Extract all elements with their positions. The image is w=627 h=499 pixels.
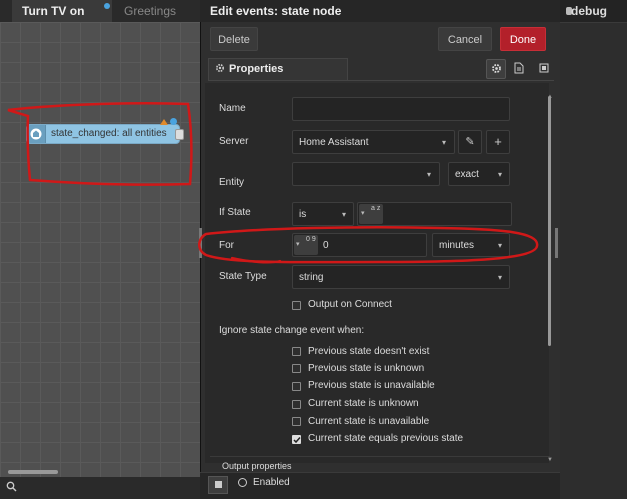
for-label: For xyxy=(219,240,234,251)
node-label: state_changed: all entities xyxy=(51,128,167,139)
state-node[interactable]: state_changed: all entities xyxy=(26,124,180,144)
search-icon[interactable] xyxy=(6,481,17,495)
ignore-option-checkbox-checked[interactable] xyxy=(292,435,301,444)
ignore-option-checkbox[interactable] xyxy=(292,400,301,409)
state-type-value: string xyxy=(299,272,324,283)
chevron-down-icon: ▾ xyxy=(498,241,503,250)
form-scrollbar-thumb[interactable] xyxy=(548,96,551,346)
name-label: Name xyxy=(219,103,246,114)
check-icon xyxy=(293,437,301,444)
ignore-option-label: Current state equals previous state xyxy=(308,433,464,444)
ignore-option-label: Previous state is unknown xyxy=(308,363,425,374)
changed-triangle-icon xyxy=(160,119,168,125)
book-icon[interactable] xyxy=(208,476,228,494)
enabled-label[interactable]: Enabled xyxy=(253,477,290,488)
output-on-connect-checkbox[interactable] xyxy=(292,301,301,310)
chevron-down-icon: ▾ xyxy=(427,170,432,179)
ignore-option-checkbox[interactable] xyxy=(292,417,301,426)
splitter-handle[interactable] xyxy=(555,228,558,258)
document-icon[interactable] xyxy=(510,59,528,77)
if-state-operator-select[interactable]: is ▾ xyxy=(292,202,354,226)
output-on-connect-label: Output on Connect xyxy=(308,299,392,310)
state-type-label: State Type xyxy=(219,271,267,282)
for-value: 0 xyxy=(323,240,329,251)
canvas-hscroll-thumb[interactable] xyxy=(8,470,58,474)
if-state-operator-value: is xyxy=(299,209,307,220)
canvas-grid[interactable] xyxy=(0,22,200,477)
changed-dot-icon xyxy=(104,3,110,9)
frame-icon[interactable] xyxy=(535,59,553,77)
home-assistant-icon xyxy=(30,128,42,140)
entity-match-select[interactable]: exact ▾ xyxy=(448,162,510,186)
chevron-down-icon: ▾ xyxy=(296,241,300,248)
canvas-footer xyxy=(0,477,200,499)
server-value: Home Assistant xyxy=(299,137,369,148)
chevron-down-icon: ▾ xyxy=(498,170,503,179)
ignore-option-label: Current state is unavailable xyxy=(308,416,430,427)
ignore-option-label: Current state is unknown xyxy=(308,398,419,409)
pencil-icon[interactable]: ✎ xyxy=(458,130,482,154)
ignore-option-checkbox[interactable] xyxy=(292,382,301,391)
ignore-option-label: Previous state doesn't exist xyxy=(308,346,430,357)
if-state-input[interactable]: ▾ a z xyxy=(357,202,512,226)
number-type-icon: 0 9 xyxy=(306,236,316,243)
tab-label: Turn TV on xyxy=(22,4,85,18)
ignore-option-label: Previous state is unavailable xyxy=(308,380,435,391)
cancel-button[interactable]: Cancel xyxy=(438,27,492,51)
entity-select[interactable]: ▾ xyxy=(292,162,440,186)
delete-button[interactable]: Delete xyxy=(210,27,258,51)
chevron-down-icon: ▾ xyxy=(442,138,447,147)
chevron-down-icon: ▾ xyxy=(361,210,365,217)
output-properties-label: Output properties xyxy=(222,461,292,471)
tab-label: Greetings xyxy=(124,4,177,18)
for-input[interactable]: ▾ 0 9 0 xyxy=(292,233,427,257)
scroll-down-icon[interactable]: ▼ xyxy=(547,457,553,463)
splitter-handle[interactable] xyxy=(199,228,202,258)
entity-label: Entity xyxy=(219,177,245,188)
tabs-divider xyxy=(208,80,554,81)
ignore-option-checkbox[interactable] xyxy=(292,347,301,356)
string-type-icon: a z xyxy=(371,205,381,212)
ignore-heading: Ignore state change event when: xyxy=(219,325,365,336)
gear-icon[interactable] xyxy=(486,59,506,79)
section-divider xyxy=(210,456,550,457)
plus-icon[interactable]: + xyxy=(486,130,510,154)
server-label: Server xyxy=(219,136,249,147)
for-unit-select[interactable]: minutes ▾ xyxy=(432,233,510,257)
status-dot-icon xyxy=(170,118,177,125)
for-unit-value: minutes xyxy=(439,240,475,251)
tab-turn-tv-on[interactable]: Turn TV on xyxy=(12,0,112,22)
output-port[interactable] xyxy=(175,129,184,140)
chevron-down-icon: ▾ xyxy=(342,210,347,219)
type-selector[interactable]: ▾ a z xyxy=(359,204,383,224)
gear-icon xyxy=(215,63,225,76)
properties-tab-label: Properties xyxy=(229,63,284,75)
debug-sidebar xyxy=(560,0,627,499)
type-selector[interactable]: ▾ 0 9 xyxy=(294,235,318,255)
enabled-toggle-icon[interactable] xyxy=(238,478,247,487)
done-button[interactable]: Done xyxy=(500,27,546,51)
debug-tab-label[interactable]: debug xyxy=(571,4,607,18)
if-state-label: If State xyxy=(219,207,251,218)
node-icon-box xyxy=(27,125,46,143)
tab-greetings[interactable]: Greetings xyxy=(114,0,200,22)
state-type-select[interactable]: string ▾ xyxy=(292,265,510,289)
server-select[interactable]: Home Assistant ▾ xyxy=(292,130,455,154)
name-input[interactable] xyxy=(292,97,510,121)
ignore-option-checkbox[interactable] xyxy=(292,364,301,373)
chevron-down-icon: ▾ xyxy=(498,273,503,282)
entity-match-value: exact xyxy=(455,169,479,180)
tray-title: Edit events: state node xyxy=(210,4,342,18)
